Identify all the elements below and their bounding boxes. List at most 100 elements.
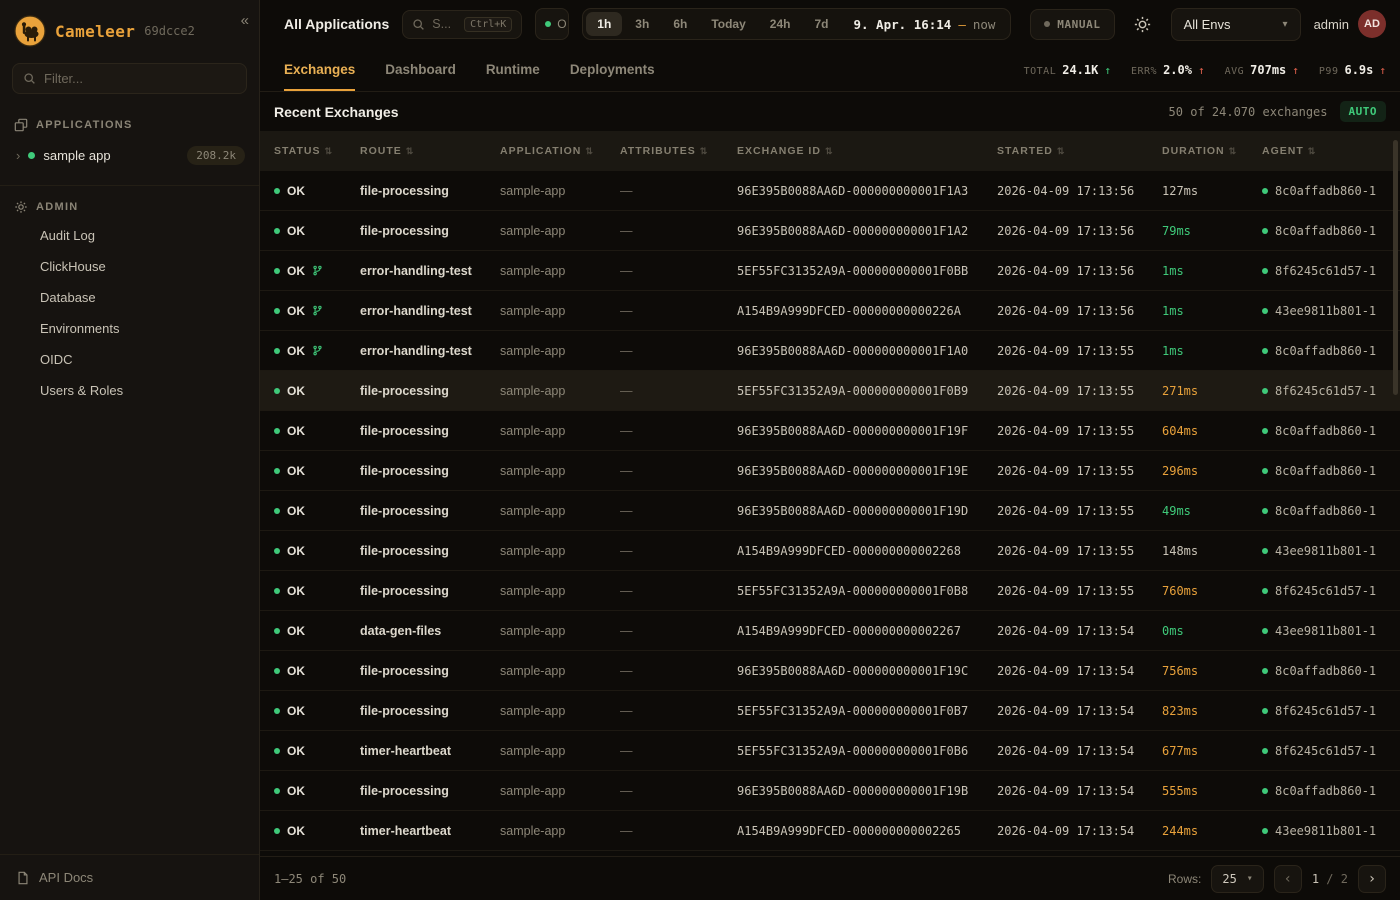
api-docs-link[interactable]: API Docs [0,854,259,900]
admin-nav-item[interactable]: OIDC [0,344,259,375]
agent-cell: 8c0affadb860-1 [1262,424,1400,438]
duration-cell: 296ms [1162,464,1262,478]
sidebar-item-sample-app[interactable]: › sample app 208.2k [0,138,259,173]
route-cell: file-processing [360,584,500,598]
content-header-right: 50 of 24.070 exchanges AUTO [1169,101,1386,122]
route-cell: timer-heartbeat [360,744,500,758]
table-row[interactable]: OK file-processing sample-app — 96E395B0… [260,171,1400,211]
tab[interactable]: Deployments [570,48,655,91]
agent-cell: 43ee9811b801-1 [1262,624,1400,638]
agent-status-dot [1262,188,1268,194]
column-header[interactable]: EXCHANGE ID ⇅ [737,145,997,157]
environment-select[interactable]: All Envs ▾ [1171,8,1301,41]
status-ok-dot [274,828,280,834]
column-header[interactable]: ROUTE ⇅ [360,145,500,157]
duration-cell: 677ms [1162,744,1262,758]
tab[interactable]: Exchanges [284,48,355,91]
sidebar-filter[interactable] [12,63,247,94]
table-row[interactable]: OK error-handling-test sample-app — A154… [260,291,1400,331]
admin-nav-item[interactable]: ClickHouse [0,251,259,282]
table-row[interactable]: OK file-processing sample-app — 96E395B0… [260,451,1400,491]
stat-label: P99 [1319,66,1339,77]
sidebar-collapse-icon[interactable]: « [241,12,249,29]
table-row[interactable]: OK data-gen-files sample-app — A154B9A99… [260,611,1400,651]
scrollbar-thumb[interactable] [1393,140,1398,395]
status-cell: OK [274,504,360,518]
admin-nav-item[interactable]: Database [0,282,259,313]
status-label: OK [287,344,305,358]
table-row[interactable]: OK file-processing sample-app — A154B9A9… [260,531,1400,571]
table-row[interactable]: OK timer-heartbeat sample-app — A154B9A9… [260,811,1400,851]
column-header[interactable]: STATUS ⇅ [274,145,360,157]
time-range-button[interactable]: 1h [586,12,622,36]
agent-id: 8f6245c61d57-1 [1275,264,1376,278]
attributes-cell: — [620,784,737,798]
table-row[interactable]: OK file-processing sample-app — 96E395B0… [260,771,1400,811]
column-header[interactable]: STARTED ⇅ [997,145,1162,157]
table-row[interactable]: OK error-handling-test sample-app — 5EF5… [260,251,1400,291]
column-header[interactable]: AGENT ⇅ [1262,145,1400,157]
current-page: 1 [1312,872,1319,886]
agent-status-dot [1262,468,1268,474]
route-cell: error-handling-test [360,304,500,318]
agent-status-dot [1262,588,1268,594]
sort-icon: ⇅ [700,146,709,157]
column-header[interactable]: ATTRIBUTES ⇅ [620,145,737,157]
table-row[interactable]: OK error-handling-test sample-app — 96E3… [260,331,1400,371]
global-search[interactable]: S... Ctrl+K [402,10,522,39]
table-row[interactable]: OK file-processing sample-app — 5EF55FC3… [260,571,1400,611]
app-root: Cameleer 69dcce2 « APPLICATIONS › sample… [0,0,1400,900]
column-header[interactable]: DURATION ⇅ [1162,145,1262,157]
started-cell: 2026-04-09 17:13:55 [997,344,1162,358]
table-row[interactable]: OK file-processing sample-app — 96E395B0… [260,411,1400,451]
tab[interactable]: Dashboard [385,48,456,91]
table-row[interactable]: OK file-processing sample-app — 96E395B0… [260,491,1400,531]
agent-cell: 8c0affadb860-1 [1262,664,1400,678]
theme-toggle-button[interactable] [1128,9,1158,39]
time-range-button[interactable]: 24h [759,12,802,36]
table-row[interactable]: OK file-processing sample-app — 96E395B0… [260,651,1400,691]
agent-cell: 8c0affadb860-1 [1262,504,1400,518]
application-cell: sample-app [500,464,620,478]
attributes-cell: — [620,704,737,718]
tab[interactable]: Runtime [486,48,540,91]
rows-per-page-select[interactable]: 25 ▾ [1211,865,1263,893]
next-page-button[interactable]: › [1358,865,1386,893]
filter-input[interactable] [44,71,236,86]
manual-refresh-button[interactable]: MANUAL [1030,9,1114,40]
rows-per-page-label: Rows: [1168,872,1201,886]
status-ok-dot [274,508,280,514]
started-cell: 2026-04-09 17:13:55 [997,584,1162,598]
previous-page-button[interactable]: ‹ [1274,865,1302,893]
status-ok-dot [274,788,280,794]
avatar[interactable]: AD [1358,10,1386,38]
stat-label: ERR% [1131,66,1157,77]
live-toggle[interactable]: O [535,8,569,40]
auto-refresh-badge[interactable]: AUTO [1340,101,1387,122]
selected-time-range[interactable]: 9. Apr. 16:14 — now [841,17,1007,32]
column-header[interactable]: APPLICATION ⇅ [500,145,620,157]
route-cell: file-processing [360,664,500,678]
time-range-button[interactable]: 6h [662,12,698,36]
stat-value: 707ms [1250,63,1286,77]
exchange-id-cell: 96E395B0088AA6D-000000000001F19D [737,504,997,518]
cameleer-logo-icon [14,15,46,47]
time-range-button[interactable]: 3h [624,12,660,36]
admin-nav-item[interactable]: Environments [0,313,259,344]
table-row[interactable]: OK timer-heartbeat sample-app — 5EF55FC3… [260,731,1400,771]
chevron-left-icon: ‹ [1284,871,1292,887]
admin-nav-item[interactable]: Audit Log [0,220,259,251]
agent-id: 8c0affadb860-1 [1275,224,1376,238]
table-row[interactable]: OK file-processing sample-app — 5EF55FC3… [260,371,1400,411]
exchange-id-cell: A154B9A999DFCED-000000000002267 [737,624,997,638]
user-menu[interactable]: admin AD [1314,10,1386,38]
status-cell: OK [274,784,360,798]
sort-icon: ⇅ [825,146,834,157]
time-range-button[interactable]: 7d [803,12,839,36]
admin-nav-item[interactable]: Users & Roles [0,375,259,406]
table-row[interactable]: OK file-processing sample-app — 5EF55FC3… [260,691,1400,731]
time-range-button[interactable]: Today [700,12,756,36]
status-ok-dot [274,628,280,634]
table-row[interactable]: OK file-processing sample-app — 96E395B0… [260,211,1400,251]
chevron-right-icon[interactable]: › [16,148,20,163]
